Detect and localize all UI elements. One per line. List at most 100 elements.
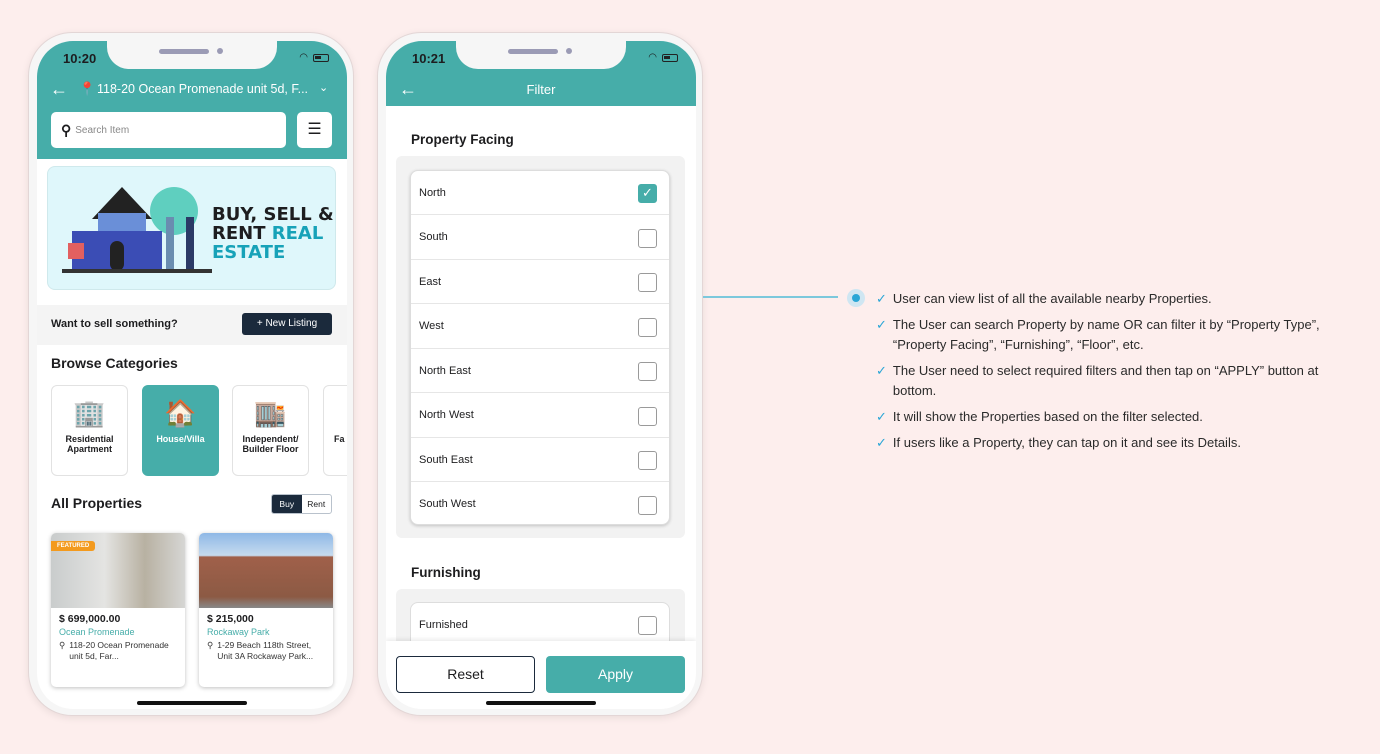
checkbox[interactable]: [638, 451, 657, 470]
apply-button[interactable]: Apply: [546, 656, 685, 693]
featured-badge: FEATURED: [51, 541, 96, 551]
option-east[interactable]: East: [411, 260, 669, 304]
furnishing-title: Furnishing: [411, 565, 481, 580]
option-label: South: [419, 231, 448, 243]
option-south-west[interactable]: South West: [411, 483, 669, 525]
feature-item: ✓ It will show the Properties based on th…: [876, 407, 1346, 427]
new-listing-button[interactable]: + New Listing: [242, 313, 332, 335]
status-icons: ◠: [299, 52, 329, 63]
checkbox[interactable]: [638, 317, 657, 337]
building-icon: 🏬: [254, 398, 287, 428]
category-label: Independent/ Builder Floor: [242, 434, 299, 454]
reset-button[interactable]: Reset: [396, 656, 535, 693]
feature-text: It will show the Properties based on the…: [892, 409, 1203, 424]
notch: [107, 41, 277, 69]
search-icon: ⚲: [61, 121, 72, 138]
notch: [456, 41, 626, 69]
property-price: $ 699,000.00: [59, 613, 121, 625]
promo-banner[interactable]: BUY, SELL & RENT REAL ESTATE: [47, 166, 336, 290]
banner-line2b: REAL: [271, 223, 324, 244]
filter-screen: 10:21 ◠ ← Filter Property Facing North ✓ S…: [386, 41, 696, 709]
wifi-icon: ◠: [299, 52, 308, 63]
option-north-east[interactable]: North East: [411, 349, 669, 393]
home-indicator: [137, 701, 247, 705]
house-icon: 🏠: [164, 398, 197, 428]
feature-text: If users like a Property, they can tap o…: [892, 435, 1241, 450]
farm-icon: [334, 398, 347, 434]
back-arrow-icon[interactable]: ←: [50, 79, 68, 100]
option-label: Furnished: [419, 618, 468, 631]
feature-text: The User can search Property by name OR …: [892, 317, 1320, 352]
browse-categories-title: Browse Categories: [51, 355, 178, 371]
search-input[interactable]: ⚲ Search Item: [51, 112, 286, 148]
option-label: South East: [419, 453, 473, 466]
option-label: North West: [419, 409, 474, 421]
battery-icon: [662, 53, 678, 62]
option-north[interactable]: North ✓: [411, 171, 669, 215]
checkbox[interactable]: [638, 362, 657, 381]
category-label: House/Villa: [156, 434, 205, 444]
location-pin-icon: ⚲: [207, 640, 214, 650]
filter-sliders-icon[interactable]: ☰: [297, 112, 332, 148]
feature-text: The User need to select required filters…: [892, 363, 1319, 398]
option-west[interactable]: West: [411, 305, 669, 349]
battery-icon: [313, 53, 329, 62]
checkbox[interactable]: [638, 406, 657, 426]
category-residential-apartment[interactable]: 🏢 Residential Apartment: [51, 385, 128, 476]
feature-item: ✓ User can view list of all the available…: [876, 289, 1346, 309]
chevron-down-icon[interactable]: ⌄: [319, 81, 328, 94]
location-pin-icon: 📍: [79, 81, 96, 96]
option-south[interactable]: South: [411, 216, 669, 260]
feature-item: ✓ The User need to select required filter…: [876, 361, 1346, 401]
category-label: Fa: [334, 434, 345, 444]
check-circle-icon: ✓: [876, 291, 887, 306]
location-selector[interactable]: 118-20 Ocean Promenade unit 5d, F...: [97, 82, 312, 96]
home-screen: 10:20 ◠ ← 📍 118-20 Ocean Promenade unit …: [37, 41, 347, 709]
phone-home: 10:20 ◠ ← 📍 118-20 Ocean Promenade unit …: [28, 32, 354, 716]
option-north-west[interactable]: North West: [411, 394, 669, 438]
home-indicator: [486, 701, 596, 705]
category-label: Residential Apartment: [65, 434, 114, 454]
all-properties-title: All Properties: [51, 495, 143, 511]
check-circle-icon: ✓: [876, 409, 887, 424]
category-house-villa[interactable]: 🏠 House/Villa: [142, 385, 219, 476]
status-icons: ◠: [648, 52, 678, 63]
phone-filter: 10:21 ◠ ← Filter Property Facing North ✓ S…: [377, 32, 703, 716]
status-time: 10:20: [63, 51, 97, 66]
wifi-icon: ◠: [648, 52, 657, 63]
toggle-buy[interactable]: Buy: [272, 495, 302, 513]
apartment-icon: 🏢: [73, 398, 106, 428]
checkbox[interactable]: [638, 228, 657, 248]
property-image: [199, 533, 333, 608]
checkbox[interactable]: ✓: [638, 184, 657, 203]
property-address: 1-29 Beach 118th Street, Unit 3A Rockawa…: [217, 640, 314, 661]
option-label: North: [419, 186, 446, 199]
property-address: 118-20 Ocean Promenade unit 5d, Far...: [69, 640, 169, 661]
location-pin-icon: ⚲: [59, 640, 66, 650]
category-partial[interactable]: Fa: [323, 385, 347, 476]
banner-line2a: RENT: [212, 223, 272, 244]
buy-rent-toggle: Buy Rent: [271, 494, 332, 514]
banner-line3: ESTATE: [212, 242, 286, 263]
checkbox[interactable]: [638, 273, 657, 292]
house-illustration: [62, 187, 212, 273]
option-label: East: [419, 275, 442, 288]
checkbox[interactable]: [638, 616, 657, 635]
feature-text: User can view list of all the available …: [892, 291, 1212, 306]
property-card[interactable]: $ 215,000 Rockaway Park ⚲ 1-29 Beach 118t…: [199, 533, 333, 687]
facing-options-list: North ✓ South East West North East North West S…: [410, 170, 670, 525]
option-south-east[interactable]: South East: [411, 438, 669, 482]
category-builder-floor[interactable]: 🏬 Independent/ Builder Floor: [232, 385, 309, 476]
toggle-rent[interactable]: Rent: [302, 495, 332, 513]
property-card[interactable]: FEATURED $ 699,000.00 Ocean Promenade ⚲ 1…: [51, 533, 185, 687]
connector-line: [703, 296, 838, 298]
checkbox[interactable]: [638, 495, 657, 515]
banner-line1: BUY, SELL &: [212, 204, 334, 225]
option-label: North East: [419, 364, 471, 377]
property-name: Rockaway Park: [207, 627, 270, 637]
property-price: $ 215,000: [207, 613, 254, 625]
property-facing-title: Property Facing: [411, 132, 514, 147]
property-name: Ocean Promenade: [59, 627, 135, 637]
sell-prompt: Want to sell something?: [51, 318, 178, 330]
banner-headline: BUY, SELL & RENT REAL ESTATE: [212, 205, 334, 262]
